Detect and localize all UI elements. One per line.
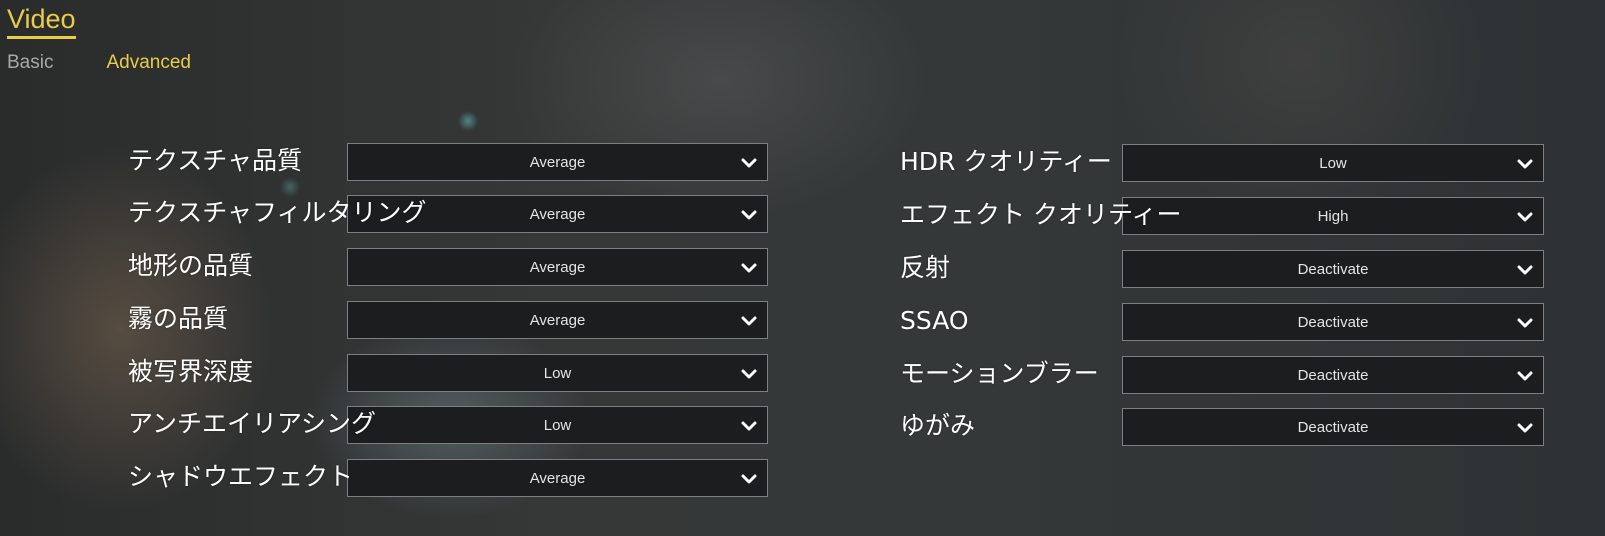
chevron-down-icon (1517, 371, 1533, 381)
ssao-dropdown[interactable]: Deactivate (1122, 303, 1544, 341)
setting-label: 霧の品質 (128, 304, 229, 333)
dropdown-value: Deactivate (1297, 419, 1369, 436)
chevron-down-icon (1517, 212, 1533, 222)
setting-row-shadow-effect: シャドウエフェクト Average (0, 459, 1605, 499)
dropdown-value: Average (529, 470, 586, 487)
header: Video (7, 0, 76, 39)
hdr-quality-dropdown[interactable]: Low (1122, 144, 1544, 182)
setting-label: エフェクト クオリティー (900, 200, 1182, 229)
page-title: Video (7, 0, 76, 39)
setting-label: 地形の品質 (128, 251, 254, 280)
chevron-down-icon (1517, 159, 1533, 169)
chevron-down-icon (741, 474, 757, 484)
tab-bar: Basic Advanced (7, 52, 191, 74)
setting-row-ssao: SSAO Deactivate (0, 303, 1605, 343)
dropdown-value: High (1317, 208, 1349, 225)
shadow-effect-dropdown[interactable]: Average (347, 459, 768, 497)
setting-label: SSAO (900, 306, 969, 335)
chevron-down-icon (1517, 318, 1533, 328)
setting-label: ゆがみ (900, 411, 976, 440)
setting-label: 被写界深度 (128, 357, 254, 386)
setting-label: 反射 (900, 253, 951, 282)
tab-basic[interactable]: Basic (7, 52, 53, 74)
reflection-dropdown[interactable]: Deactivate (1122, 250, 1544, 288)
effect-quality-dropdown[interactable]: High (1122, 197, 1544, 235)
chevron-down-icon (1517, 423, 1533, 433)
chevron-down-icon (1517, 265, 1533, 275)
distortion-dropdown[interactable]: Deactivate (1122, 408, 1544, 446)
tab-advanced[interactable]: Advanced (106, 52, 191, 74)
setting-label: シャドウエフェクト (128, 462, 354, 491)
setting-label: テクスチャフィルタリング (128, 198, 427, 227)
dropdown-value: Low (1319, 155, 1347, 172)
setting-label: モーションブラー (900, 359, 1099, 388)
setting-label: HDR クオリティー (900, 147, 1112, 176)
dropdown-value: Deactivate (1297, 367, 1369, 384)
setting-label: テクスチャ品質 (128, 146, 303, 175)
motion-blur-dropdown[interactable]: Deactivate (1122, 356, 1544, 394)
dropdown-value: Deactivate (1297, 261, 1369, 278)
setting-label: アンチエイリアシング (128, 409, 377, 438)
dropdown-value: Deactivate (1297, 314, 1369, 331)
